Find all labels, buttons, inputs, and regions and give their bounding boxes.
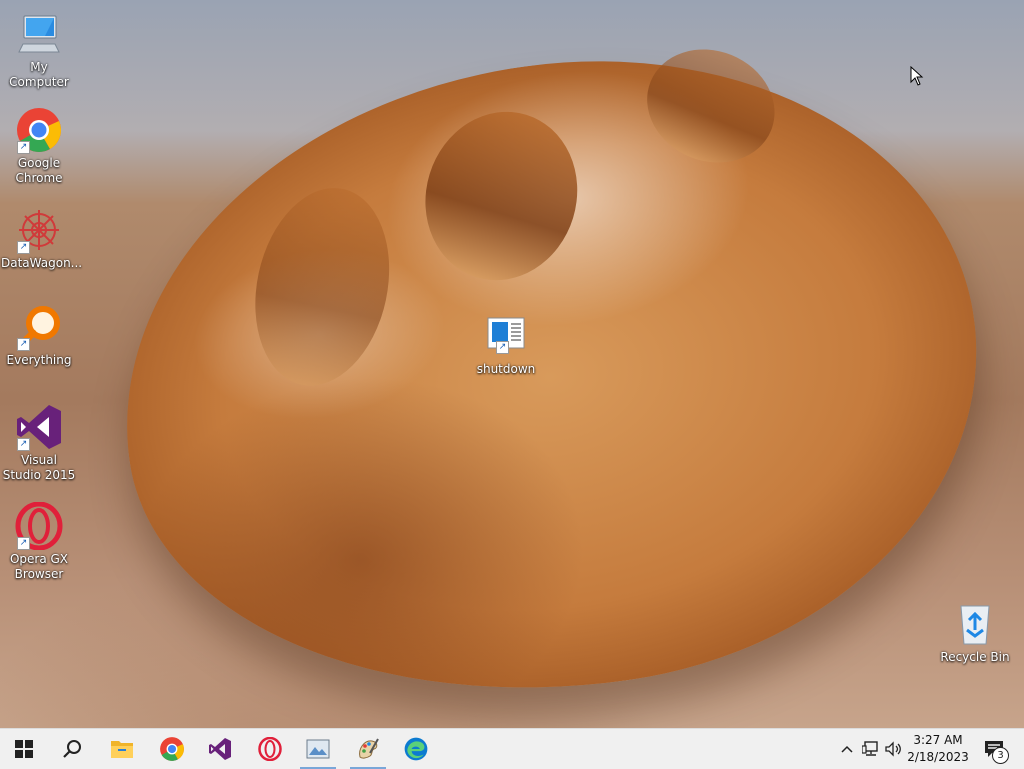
clock-date: 2/18/2023: [907, 750, 969, 764]
chrome-icon: [160, 737, 184, 761]
chevron-up-icon: [841, 745, 853, 753]
taskbar-visual-studio[interactable]: [196, 729, 244, 769]
desktop-icon-label: Opera GX Browser: [9, 552, 69, 581]
desktop-icon-shutdown[interactable]: ↗ shutdown: [468, 312, 544, 377]
taskbar-opera[interactable]: [246, 729, 294, 769]
search-button[interactable]: [48, 729, 96, 769]
desktop-icon-label: Google Chrome: [15, 156, 63, 185]
desktop-icon-label: Visual Studio 2015: [2, 453, 76, 482]
taskbar-file-explorer[interactable]: [98, 729, 146, 769]
taskbar: 3:27 AM 2/18/2023 3: [0, 728, 1024, 769]
desktop-icon-label: Recycle Bin: [940, 650, 1010, 664]
opera-icon: [258, 737, 282, 761]
desktop-icon-label: My Computer: [9, 60, 69, 89]
taskbar-chrome[interactable]: [148, 729, 196, 769]
bread-wallpaper-image: [82, 9, 1018, 728]
bread-score-mark: [237, 175, 407, 399]
notification-count-badge: 3: [992, 747, 1009, 764]
shortcut-arrow-icon: ↗: [17, 338, 30, 351]
desktop-icon-visual-studio-2015[interactable]: ↗ Visual Studio 2015: [1, 403, 77, 483]
shortcut-arrow-icon: ↗: [17, 438, 30, 451]
shortcut-arrow-icon: ↗: [17, 537, 30, 550]
bread-score-mark: [629, 30, 792, 182]
desktop-icon-everything[interactable]: ↗ Everything: [1, 303, 77, 368]
image-viewer-icon: [306, 739, 330, 759]
action-center-button[interactable]: 3: [978, 729, 1010, 769]
network-icon: [862, 741, 878, 756]
clock-button[interactable]: 3:27 AM 2/18/2023: [900, 732, 976, 766]
shortcut-arrow-icon: ↗: [17, 141, 30, 154]
desktop-icon-label: Everything: [6, 353, 72, 367]
windows-start-icon: [15, 740, 33, 758]
opera-gx-icon: ↗: [15, 501, 63, 551]
clock-time: 3:27 AM: [913, 733, 963, 747]
visual-studio-icon: [209, 738, 231, 760]
folder-icon: [111, 741, 133, 758]
desktop-icon-my-computer[interactable]: My Computer: [1, 10, 77, 90]
shortcut-arrow-icon: ↗: [17, 241, 30, 254]
paint-icon: [359, 738, 379, 759]
computer-icon: [15, 10, 63, 58]
desktop-icon-recycle-bin[interactable]: Recycle Bin: [937, 600, 1013, 665]
desktop-icon-datawagon[interactable]: ↗ DataWagon...: [1, 206, 83, 271]
mouse-cursor-icon: [910, 65, 924, 90]
everything-search-icon: ↗: [15, 303, 63, 351]
chrome-icon: ↗: [15, 106, 63, 154]
network-button[interactable]: [860, 729, 882, 769]
taskbar-paint[interactable]: [344, 729, 392, 769]
shutdown-file-icon: ↗: [482, 312, 530, 360]
search-icon: [63, 740, 81, 758]
shortcut-arrow-icon: ↗: [496, 341, 509, 354]
recycle-bin-icon: [951, 600, 999, 648]
edge-icon: [404, 737, 428, 761]
bread-score-mark: [404, 92, 598, 300]
datawagon-icon: ↗: [15, 206, 63, 254]
desktop-icon-google-chrome[interactable]: ↗ Google Chrome: [1, 106, 77, 186]
desktop-icon-label: DataWagon...: [1, 256, 83, 270]
show-hidden-icons-button[interactable]: [838, 729, 856, 769]
desktop-wallpaper[interactable]: My Computer ↗ Google Chrome ↗ DataWagon.…: [0, 0, 1024, 728]
visual-studio-icon: ↗: [15, 403, 63, 451]
desktop-icon-opera-gx[interactable]: ↗ Opera GX Browser: [1, 501, 77, 582]
taskbar-edge[interactable]: [392, 729, 440, 769]
taskbar-app-window[interactable]: [294, 729, 342, 769]
start-button[interactable]: [0, 729, 48, 769]
desktop-icon-label: shutdown: [476, 362, 536, 376]
